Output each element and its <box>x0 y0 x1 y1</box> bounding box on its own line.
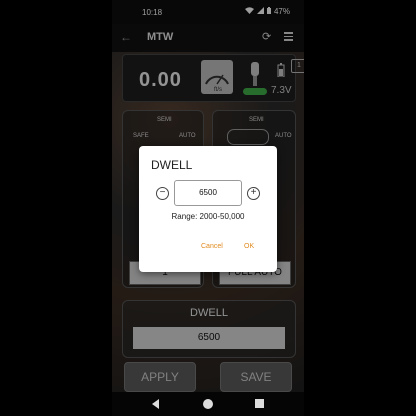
system-nav-bar <box>112 392 304 416</box>
dwell-dialog: DWELL − 6500 + Range: 2000-50,000 Cancel… <box>139 146 277 272</box>
cancel-button[interactable]: Cancel <box>201 243 223 250</box>
nav-recents-icon[interactable] <box>255 399 264 408</box>
decrement-icon[interactable]: − <box>156 187 169 200</box>
increment-icon[interactable]: + <box>247 187 260 200</box>
nav-home-icon[interactable] <box>203 399 213 409</box>
ok-button[interactable]: OK <box>244 243 254 250</box>
dialog-title: DWELL <box>151 158 193 172</box>
dwell-input[interactable]: 6500 <box>174 180 242 206</box>
nav-back-icon[interactable] <box>152 399 159 409</box>
phone-screen: 10:18 47% ← MTW ⟳ 0.00 ft/s 7.3V 1 SEMI … <box>112 0 304 416</box>
range-text: Range: 2000-50,000 <box>171 212 245 221</box>
